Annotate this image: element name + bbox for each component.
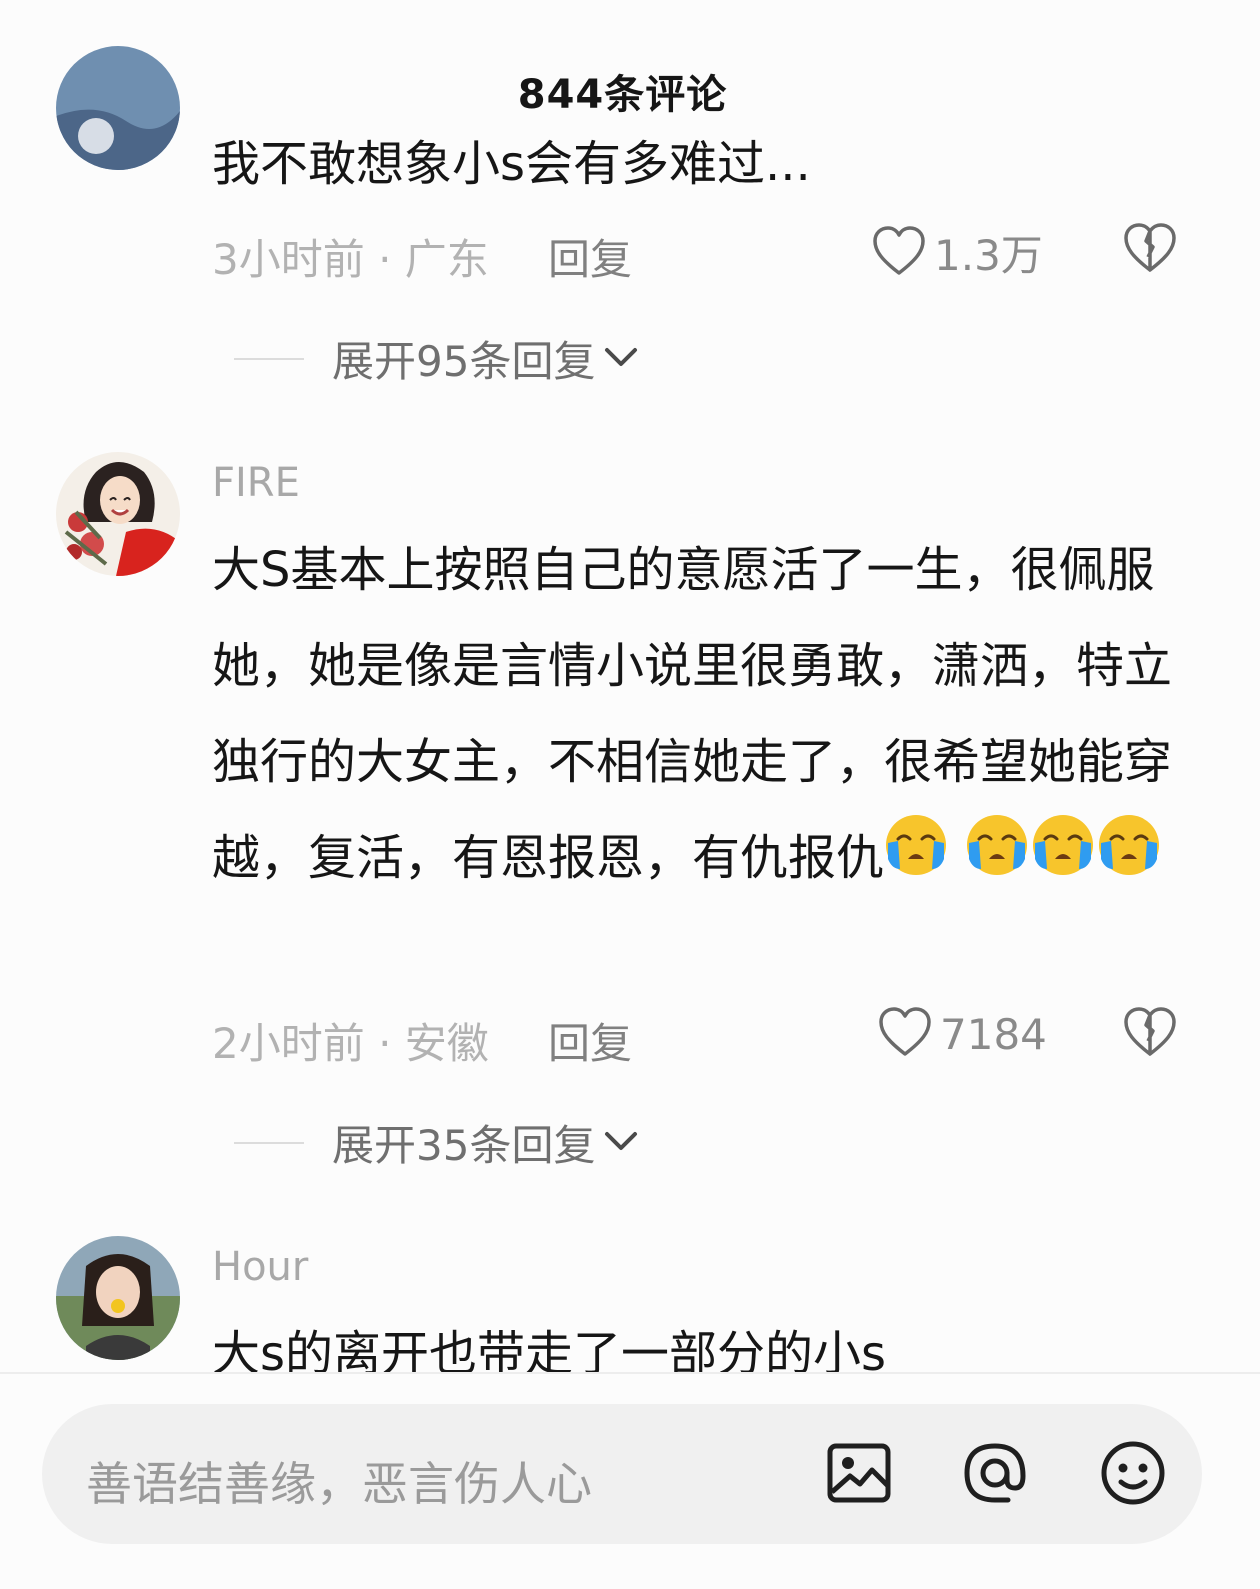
loudly-crying-face-emoji <box>884 813 948 909</box>
image-icon[interactable] <box>824 1438 894 1512</box>
comment-text: 大S基本上按照自己的意愿活了一生，很佩服她，她是像是言情小说里很勇敢，潇洒，特立… <box>212 522 1202 909</box>
like-button[interactable]: 7184 <box>878 1006 1047 1062</box>
dislike-button[interactable] <box>1122 1006 1178 1062</box>
avatar[interactable] <box>56 452 180 576</box>
page-title: 844条评论 <box>517 72 728 118</box>
loudly-crying-face-emoji <box>1031 813 1095 909</box>
chevron-down-icon <box>603 1129 639 1157</box>
comment-username[interactable]: Hour <box>212 1244 308 1290</box>
reply-button[interactable]: 回复 <box>548 226 632 287</box>
loudly-crying-face-emoji <box>1097 813 1161 909</box>
reply-button[interactable]: 回复 <box>548 1010 632 1071</box>
expand-replies-button[interactable]: 展开35条回复 <box>234 1112 639 1173</box>
comment-composer-bar: 善语结善缘，恶言伤人心 <box>0 1372 1260 1589</box>
heart-outline-icon <box>878 1006 932 1062</box>
comment-username[interactable]: FIRE <box>212 460 300 506</box>
like-button[interactable]: 1.3万 <box>872 222 1043 283</box>
comment-meta: 3小时前 · 广东 <box>212 235 489 284</box>
like-count: 7184 <box>940 1009 1047 1059</box>
divider <box>234 1141 304 1144</box>
broken-heart-icon <box>1122 223 1178 278</box>
avatar[interactable] <box>56 1236 180 1360</box>
expand-replies-label: 展开95条回复 <box>332 337 596 386</box>
heart-outline-icon <box>872 225 926 281</box>
dislike-button[interactable] <box>1122 222 1178 278</box>
comment-input-placeholder: 善语结善缘，恶言伤人心 <box>86 1457 592 1511</box>
comment-text: 我不敢想象小s会有多难过... <box>212 136 811 192</box>
loudly-crying-face-emoji <box>965 813 1029 909</box>
at-sign-icon[interactable] <box>960 1438 1030 1512</box>
expand-replies-label: 展开35条回复 <box>332 1121 596 1170</box>
broken-heart-icon <box>1122 1007 1178 1062</box>
avatar[interactable] <box>56 46 180 170</box>
comment-input[interactable]: 善语结善缘，恶言伤人心 <box>42 1404 1202 1544</box>
expand-replies-button[interactable]: 展开95条回复 <box>234 328 639 389</box>
like-count: 1.3万 <box>934 231 1043 280</box>
chevron-down-icon <box>603 345 639 373</box>
divider <box>234 357 304 360</box>
smiley-face-icon[interactable] <box>1098 1438 1168 1512</box>
comment-meta: 2小时前 · 安徽 <box>212 1019 489 1068</box>
